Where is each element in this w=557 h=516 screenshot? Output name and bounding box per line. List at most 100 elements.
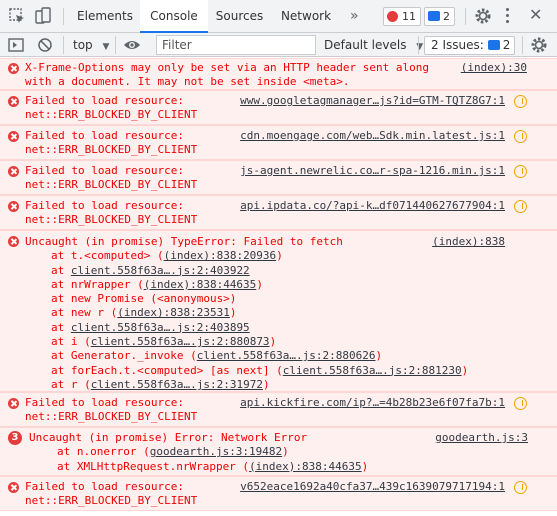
console-error-message: Failed to load resource: www.googletagman… [0, 90, 557, 125]
frame-text: at i ( [51, 335, 91, 349]
divider [465, 8, 466, 25]
stack-frame: at new r ((index):838:23531) [51, 306, 236, 320]
issues-message-icon [487, 40, 500, 50]
message-source-link[interactable]: api.ipdata.co/?api-k…df071440627677904:1 [240, 199, 505, 213]
stack-frame: at new Promise (<anonymous>) [51, 292, 236, 306]
message-text: net::ERR_BLOCKED_BY_CLIENT [25, 143, 198, 157]
frame-text: at nrWrapper ( [51, 277, 144, 291]
message-source-link[interactable]: (index):30 [461, 61, 527, 75]
frame-text: ) [229, 306, 237, 320]
frame-link[interactable]: (index):838:44635 [249, 460, 362, 473]
close-devtools-icon[interactable]: ✕ [529, 7, 542, 23]
stack-frame: at i (client.558f63a….js:2:880873) [51, 335, 276, 349]
tab-network[interactable]: Network [271, 0, 341, 33]
console-error-message: Failed to load resource: api.ipdata.co/?a… [0, 195, 557, 230]
stack-frame: at t.<computed> ((index):838:20936) [51, 249, 283, 263]
message-text: X-Frame-Options may only be set via an H… [25, 61, 429, 74]
divider [63, 8, 64, 25]
frame-text: ) [461, 363, 469, 377]
frame-link[interactable]: (index):838:23531 [117, 306, 230, 319]
message-source-link[interactable]: api.kickfire.com/ip?…=4b28b23e6f07fa7b:1 [240, 396, 505, 410]
message-text: with a document. It may not be set insid… [25, 75, 350, 89]
error-count-badge[interactable]: 11 [383, 7, 421, 26]
frame-text: ) [375, 349, 383, 363]
inspect-element-icon[interactable] [7, 6, 27, 26]
message-text: Uncaught (in promise) TypeError: Failed … [25, 235, 343, 248]
filter-input[interactable] [156, 35, 316, 55]
blocked-request-icon[interactable] [514, 200, 527, 213]
message-count-badge[interactable]: 2 [424, 7, 455, 26]
message-count: 2 [443, 10, 450, 23]
divider [115, 36, 116, 54]
message-text: net::ERR_BLOCKED_BY_CLIENT [25, 108, 198, 122]
tab-console[interactable]: Console [140, 0, 208, 33]
frame-link[interactable]: client.558f63a….js:2:403895 [71, 321, 250, 334]
log-levels-dropdown[interactable]: Default levels ▼ [324, 36, 423, 54]
message-text: Failed to load resource: [25, 94, 184, 107]
frame-text: ) [262, 377, 270, 391]
issues-button[interactable]: 2 Issues: 2 [424, 36, 516, 55]
device-toolbar-icon[interactable] [33, 6, 53, 26]
console-error-message: Uncaught (in promise) TypeError: Failed … [0, 230, 557, 392]
context-value: top [73, 38, 93, 52]
chevron-down-icon: ▼ [102, 42, 110, 52]
blocked-request-icon[interactable] [514, 130, 527, 143]
console-error-message: Failed to load resource: api.kickfire.com… [0, 392, 557, 427]
error-icon [387, 11, 398, 22]
frame-link[interactable]: client.558f63a….js:2:880626 [197, 349, 376, 362]
tab-sources[interactable]: Sources [208, 0, 271, 33]
message-source-link[interactable]: js-agent.newrelic.co…r-spa-1216.min.js:1 [240, 164, 505, 178]
frame-text: at new Promise (<anonymous>) [51, 292, 237, 306]
more-tabs-icon[interactable]: » [350, 9, 359, 23]
frame-text: ) [256, 277, 263, 291]
frame-text: ) [269, 335, 277, 349]
frame-link[interactable]: goodearth.js:3:19482 [150, 445, 282, 458]
stack-frame: at nrWrapper ((index):838:44635) [51, 278, 263, 292]
context-selector[interactable]: top ▼ [73, 36, 109, 54]
message-text: Failed to load resource: [25, 396, 184, 409]
message-text: Uncaught (in promise) Error: Network Err… [29, 431, 308, 444]
log-levels-label: Default levels [324, 38, 407, 52]
clear-console-icon[interactable] [35, 35, 55, 55]
frame-text: at Generator._invoke ( [51, 349, 197, 363]
blocked-request-icon[interactable] [514, 95, 527, 108]
show-sidebar-icon[interactable] [6, 35, 26, 55]
frame-text: at n.onerror ( [57, 445, 150, 459]
divider [418, 36, 419, 54]
settings-gear-icon[interactable] [473, 6, 493, 26]
frame-link[interactable]: (index):838:44635 [144, 278, 257, 291]
frame-text: at new r ( [51, 306, 118, 320]
console-settings-gear-icon[interactable] [529, 35, 549, 55]
issues-count: 2 [502, 38, 511, 52]
stack-frame: at Generator._invoke (client.558f63a….js… [51, 349, 382, 363]
message-source-link[interactable]: v652eace1692a40cfa37…439c1639079717194:1 [240, 480, 505, 494]
frame-text: at t.<computed> ( [51, 249, 164, 263]
tab-elements[interactable]: Elements [70, 0, 140, 33]
more-options-icon[interactable] [506, 7, 510, 25]
blocked-request-icon[interactable] [514, 397, 527, 410]
frame-link[interactable]: client.558f63a….js:2:880873 [91, 335, 270, 348]
blocked-request-icon[interactable] [514, 481, 527, 494]
message-text: net::ERR_BLOCKED_BY_CLIENT [25, 178, 198, 192]
blocked-request-icon[interactable] [514, 165, 527, 178]
frame-link[interactable]: (index):838:20936 [164, 249, 277, 262]
console-messages: X-Frame-Options may only be set via an H… [0, 58, 557, 516]
message-source-link[interactable]: www.googletagmanager…js?id=GTM-TQTZ8G7:1 [240, 94, 505, 108]
console-error-message: Failed to load resource: js-agent.newreli… [0, 160, 557, 195]
message-text: net::ERR_BLOCKED_BY_CLIENT [25, 410, 198, 424]
frame-text: ) [276, 249, 283, 263]
live-expression-eye-icon[interactable] [122, 35, 142, 55]
stack-frame: at XMLHttpRequest.nrWrapper ((index):838… [57, 460, 368, 474]
stack-frame: at client.558f63a….js:2:403922 [51, 264, 250, 278]
frame-link[interactable]: client.558f63a….js:2:881230 [283, 364, 462, 377]
divider [522, 36, 523, 54]
message-source-link[interactable]: goodearth.js:3 [435, 431, 528, 445]
message-text: Failed to load resource: [25, 129, 184, 142]
message-source-link[interactable]: cdn.moengage.com/web…Sdk.min.latest.js:1 [240, 129, 505, 143]
frame-link[interactable]: client.558f63a….js:2:31972 [91, 378, 263, 391]
frame-link[interactable]: client.558f63a….js:2:403922 [71, 264, 250, 277]
stack-frame: at n.onerror (goodearth.js:3:19482) [57, 445, 289, 459]
issues-label: 2 Issues: [431, 38, 484, 52]
message-source-link[interactable]: (index):838 [432, 235, 505, 249]
console-error-message: Failed to load resource: v652eace1692a40c… [0, 476, 557, 511]
